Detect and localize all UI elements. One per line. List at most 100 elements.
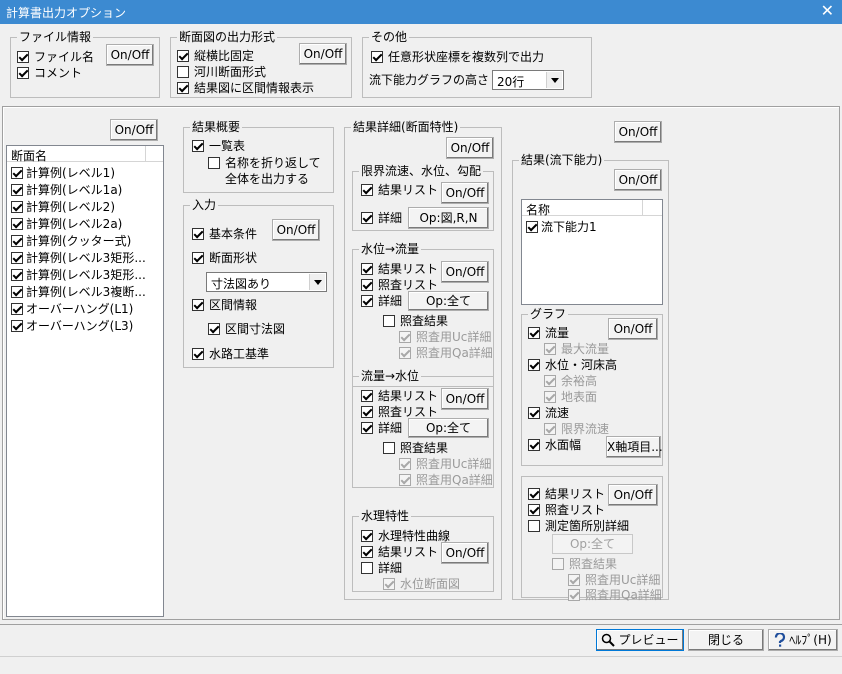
q-to-wl-op-button[interactable]: Op:全て	[408, 418, 489, 438]
wl-to-q-result-checkbox[interactable]: 照査結果	[383, 314, 448, 328]
flow-checkbox[interactable]: 流量	[528, 326, 569, 340]
list-item[interactable]: 計算例(レベル3矩形...	[11, 268, 146, 282]
wl-to-q-op-button[interactable]: Op:全て	[408, 291, 489, 311]
water-level-section-checkbox[interactable]: 水位断面図	[383, 577, 460, 591]
interval-dim-checkbox[interactable]: 区間寸法図	[208, 322, 285, 336]
list-item[interactable]: 計算例(レベル1)	[11, 166, 115, 180]
q-to-wl-check-checkbox[interactable]: 照査リスト	[361, 405, 438, 419]
critical-detail-checkbox[interactable]: 詳細	[361, 211, 402, 225]
hydraulic-onoff-button[interactable]: On/Off	[441, 542, 489, 564]
capacity-uc-checkbox[interactable]: 照査用Uc詳細	[568, 573, 660, 587]
capacity-top-onoff-button[interactable]: On/Off	[614, 121, 662, 143]
wl-to-q-detail-checkbox[interactable]: 詳細	[361, 294, 402, 308]
max-flow-checkbox[interactable]: 最大流量	[544, 342, 609, 356]
list-item[interactable]: 計算例(レベル1a)	[11, 183, 122, 197]
help-button[interactable]: ﾍﾙﾌﾟ(H)	[768, 629, 838, 651]
capacity-qa-checkbox[interactable]: 照査用Qa詳細	[568, 588, 662, 602]
water-width-checkbox[interactable]: 水面幅	[528, 438, 581, 452]
capacity-check-checkbox[interactable]: 照査リスト	[528, 503, 605, 517]
close-icon[interactable]: ✕	[821, 1, 834, 21]
graph-group: グラフ On/Off 流量 最大流量 水位・河床高 余裕高 地表面 流速 限界流…	[521, 307, 663, 466]
ground-checkbox[interactable]: 地表面	[544, 390, 597, 404]
wl-to-q-onoff-button[interactable]: On/Off	[441, 261, 489, 283]
file-info-onoff-button[interactable]: On/Off	[106, 44, 154, 66]
channel-standard-checkbox[interactable]: 水路工基準	[192, 347, 269, 361]
file-info-group: ファイル情報 ファイル名 コメント On/Off	[10, 30, 160, 98]
interval-info-checkbox[interactable]: 結果図に区間情報表示	[177, 81, 314, 95]
q-to-wl-list-checkbox[interactable]: 結果リスト	[361, 389, 438, 403]
detail-onoff-button[interactable]: On/Off	[446, 137, 494, 159]
wl-to-q-check-checkbox[interactable]: 照査リスト	[361, 278, 438, 292]
hydraulic-group: 水理特性 水理特性曲線 On/Off 結果リスト 詳細 水位断面図	[352, 509, 494, 592]
graph-onoff-button[interactable]: On/Off	[608, 318, 658, 340]
preview-button[interactable]: プレビュー	[596, 629, 684, 651]
status-bar	[0, 656, 842, 674]
q-to-wl-result-checkbox[interactable]: 照査結果	[383, 441, 448, 455]
x-axis-items-button[interactable]: X軸項目...	[606, 436, 663, 458]
critical-velocity-checkbox[interactable]: 限界流速	[544, 422, 609, 436]
critical-op-button[interactable]: Op:図,R,N	[408, 207, 489, 229]
hydraulic-list-checkbox[interactable]: 結果リスト	[361, 545, 438, 559]
input-legend: 入力	[190, 198, 219, 212]
wl-to-q-list-checkbox[interactable]: 結果リスト	[361, 262, 438, 276]
section-list[interactable]: 断面名 計算例(レベル1) 計算例(レベル1a) 計算例(レベル2) 計算例(レ…	[6, 145, 164, 617]
graph-legend: グラフ	[528, 307, 569, 321]
capacity-list-checkbox[interactable]: 結果リスト	[528, 487, 605, 501]
summary-group: 結果概要 一覧表 名称を折り返して 全体を出力する	[183, 120, 334, 193]
interval-info-input-checkbox[interactable]: 区間情報	[192, 298, 257, 312]
measure-detail-checkbox[interactable]: 測定箇所別詳細	[528, 519, 629, 533]
wl-to-q-qa-checkbox[interactable]: 照査用Qa詳細	[399, 346, 493, 360]
file-info-legend: ファイル情報	[17, 30, 94, 44]
critical-legend: 限界流速、水位、勾配	[359, 164, 484, 178]
capacity-onoff-button[interactable]: On/Off	[614, 169, 662, 191]
comment-checkbox[interactable]: コメント	[17, 66, 82, 80]
capacity-list[interactable]: 名称 流下能力1	[521, 199, 663, 305]
wl-to-q-uc-checkbox[interactable]: 照査用Uc詳細	[399, 330, 491, 344]
list-item[interactable]: 計算例(レベル3複断...	[11, 285, 146, 299]
q-to-wl-qa-checkbox[interactable]: 照査用Qa詳細	[399, 473, 493, 487]
section-shape-select[interactable]: 寸法図あり	[206, 272, 327, 292]
q-to-wl-uc-checkbox[interactable]: 照査用Uc詳細	[399, 457, 491, 471]
capacity-op-button[interactable]: Op:全て	[552, 534, 633, 554]
level-bed-checkbox[interactable]: 水位・河床高	[528, 358, 617, 372]
close-button[interactable]: 閉じる	[688, 629, 764, 651]
section-shape-checkbox[interactable]: 断面形状	[192, 251, 257, 265]
capacity-list-header: 名称	[522, 200, 662, 217]
graph-height-select[interactable]: 20行	[492, 70, 564, 90]
hydraulic-detail-checkbox[interactable]: 詳細	[361, 561, 402, 575]
capacity-output-onoff-button[interactable]: On/Off	[608, 484, 658, 506]
velocity-checkbox[interactable]: 流速	[528, 406, 569, 420]
hydraulic-legend: 水理特性	[359, 509, 412, 523]
detail-legend: 結果詳細(断面特性)	[351, 120, 461, 134]
list-item[interactable]: 流下能力1	[526, 220, 597, 234]
section-format-onoff-button[interactable]: On/Off	[299, 43, 347, 65]
filename-checkbox[interactable]: ファイル名	[17, 50, 94, 64]
input-onoff-button[interactable]: On/Off	[272, 219, 320, 241]
q-to-wl-detail-checkbox[interactable]: 詳細	[361, 421, 402, 435]
section-format-legend: 断面図の出力形式	[177, 30, 278, 44]
river-section-checkbox[interactable]: 河川断面形式	[177, 65, 266, 79]
critical-list-checkbox[interactable]: 結果リスト	[361, 183, 438, 197]
list-onoff-button[interactable]: On/Off	[110, 119, 158, 141]
chevron-down-icon	[546, 72, 562, 88]
list-item[interactable]: 計算例(レベル2)	[11, 200, 115, 214]
list-item[interactable]: 計算例(クッター式)	[11, 234, 131, 248]
critical-onoff-button[interactable]: On/Off	[441, 182, 489, 204]
freeboard-checkbox[interactable]: 余裕高	[544, 374, 597, 388]
list-item[interactable]: 計算例(レベル2a)	[11, 217, 122, 231]
q-to-wl-group: 流量→水位 On/Off 結果リスト 照査リスト 詳細 Op:全て 照査結果 照…	[352, 369, 494, 488]
summary-legend: 結果概要	[190, 120, 243, 134]
list-item[interactable]: 計算例(レベル3矩形...	[11, 251, 146, 265]
summary-list-checkbox[interactable]: 一覧表	[192, 139, 245, 153]
list-item[interactable]: オーバーハング(L3)	[11, 319, 133, 333]
capacity-result-checkbox[interactable]: 照査結果	[552, 557, 617, 571]
aspect-fixed-checkbox[interactable]: 縦横比固定	[177, 49, 254, 63]
multi-column-coords-checkbox[interactable]: 任意形状座標を複数列で出力	[371, 50, 544, 64]
list-item[interactable]: オーバーハング(L1)	[11, 302, 133, 316]
capacity-output-group: 結果リスト On/Off 照査リスト 測定箇所別詳細 Op:全て 照査結果 照査…	[521, 476, 663, 602]
basic-conditions-checkbox[interactable]: 基本条件	[192, 227, 257, 241]
q-to-wl-onoff-button[interactable]: On/Off	[441, 388, 489, 410]
hydraulic-curve-checkbox[interactable]: 水理特性曲線	[361, 529, 450, 543]
window-title: 計算書出力オプション	[6, 6, 127, 20]
wrap-names-checkbox[interactable]: 名称を折り返して	[208, 156, 321, 170]
